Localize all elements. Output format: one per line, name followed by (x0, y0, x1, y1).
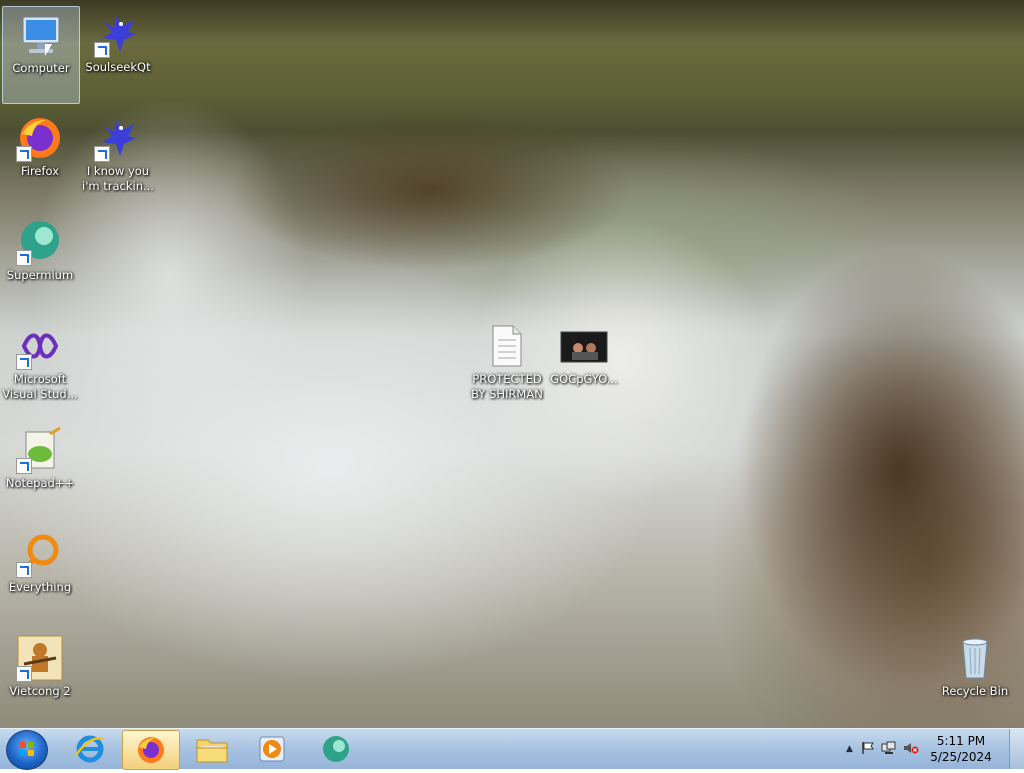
desktop-icon-everything[interactable]: Everything (2, 526, 78, 622)
icon-label: Recycle Bin (941, 684, 1009, 698)
desktop-icon-computer[interactable]: Computer (2, 6, 80, 104)
desktop-icon-firefox[interactable]: Firefox (2, 110, 78, 206)
desktop-icon-supermium[interactable]: Supermium (2, 214, 78, 310)
supermium-icon (16, 218, 64, 266)
start-orb[interactable] (6, 730, 48, 770)
notepadpp-icon (16, 426, 64, 474)
icon-label: Supermium (6, 268, 74, 282)
computer-icon (17, 11, 65, 59)
desktop-background: Computer SoulseekQt Firefox I know you i… (0, 0, 1024, 728)
icon-label: Notepad++ (5, 476, 75, 490)
windows-logo-icon (20, 742, 34, 756)
shortcut-arrow-icon (94, 146, 110, 162)
everything-search-icon (16, 530, 64, 578)
vietcong-2-icon (16, 634, 64, 682)
shortcut-arrow-icon (16, 562, 32, 578)
icon-label: Firefox (20, 164, 60, 178)
icon-label: PROTECTED BY SHIRMAN (471, 372, 543, 401)
soulseek-bird-icon (94, 10, 142, 58)
shortcut-arrow-icon (94, 42, 110, 58)
recycle-bin-icon (951, 634, 999, 682)
volume-muted-icon[interactable] (903, 740, 919, 759)
taskbar: ▲ 5:11 PM 5/25/2024 (0, 728, 1024, 770)
show-hidden-icons-chevron-icon[interactable]: ▲ (846, 744, 853, 754)
taskbar-supermium[interactable] (308, 730, 364, 768)
icon-label: I know you i'm trackin... (82, 164, 154, 193)
desktop-icon-protected-file[interactable]: PROTECTED BY SHIRMAN (469, 318, 545, 414)
taskbar-firefox[interactable] (122, 730, 180, 770)
shortcut-arrow-icon (16, 250, 32, 266)
taskbar-internet-explorer[interactable] (62, 730, 118, 768)
desktop-icon-soulseekqt[interactable]: SoulseekQt (80, 6, 156, 102)
desktop-icon-video-file[interactable]: GOCpGYO... (546, 318, 622, 414)
icon-label: Everything (8, 580, 72, 594)
action-center-flag-icon[interactable] (861, 740, 875, 759)
media-player-icon (259, 736, 285, 762)
network-icon[interactable] (881, 740, 897, 759)
icon-label: SoulseekQt (85, 60, 151, 74)
firefox-icon (138, 737, 164, 763)
visual-studio-icon (16, 322, 64, 370)
taskbar-file-explorer[interactable] (184, 730, 240, 768)
shortcut-arrow-icon (16, 666, 32, 682)
icon-label: Vietcong 2 (9, 684, 71, 698)
shortcut-arrow-icon (16, 354, 32, 370)
system-clock[interactable]: 5:11 PM 5/25/2024 (926, 733, 996, 765)
desktop-icon-vietcong-2[interactable]: Vietcong 2 (2, 630, 78, 726)
desktop-icon-recycle-bin[interactable]: Recycle Bin (937, 630, 1013, 726)
icon-label: Microsoft Visual Stud... (2, 372, 78, 401)
supermium-icon (323, 736, 349, 762)
mouse-pointer (45, 44, 52, 56)
clock-time: 5:11 PM (936, 734, 986, 748)
shortcut-arrow-icon (16, 458, 32, 474)
text-file-icon (483, 322, 531, 370)
desktop-icon-visual-studio[interactable]: Microsoft Visual Stud... (2, 318, 78, 414)
taskbar-media-player[interactable] (244, 730, 300, 768)
show-desktop-button[interactable] (1009, 729, 1024, 769)
icon-label: GOCpGYO... (550, 372, 618, 386)
icon-label: Computer (12, 61, 70, 75)
internet-explorer-icon (74, 735, 105, 763)
soulseek-bird-icon (94, 114, 142, 162)
desktop-icon-soulseek-shortcut[interactable]: I know you i'm trackin... (80, 110, 156, 206)
notification-area: ▲ (846, 729, 919, 769)
video-thumbnail-icon (560, 322, 608, 370)
desktop-icon-notepadpp[interactable]: Notepad++ (2, 422, 78, 518)
clock-date: 5/25/2024 (930, 750, 992, 764)
firefox-icon (16, 114, 64, 162)
file-explorer-icon (196, 739, 228, 763)
shortcut-arrow-icon (16, 146, 32, 162)
